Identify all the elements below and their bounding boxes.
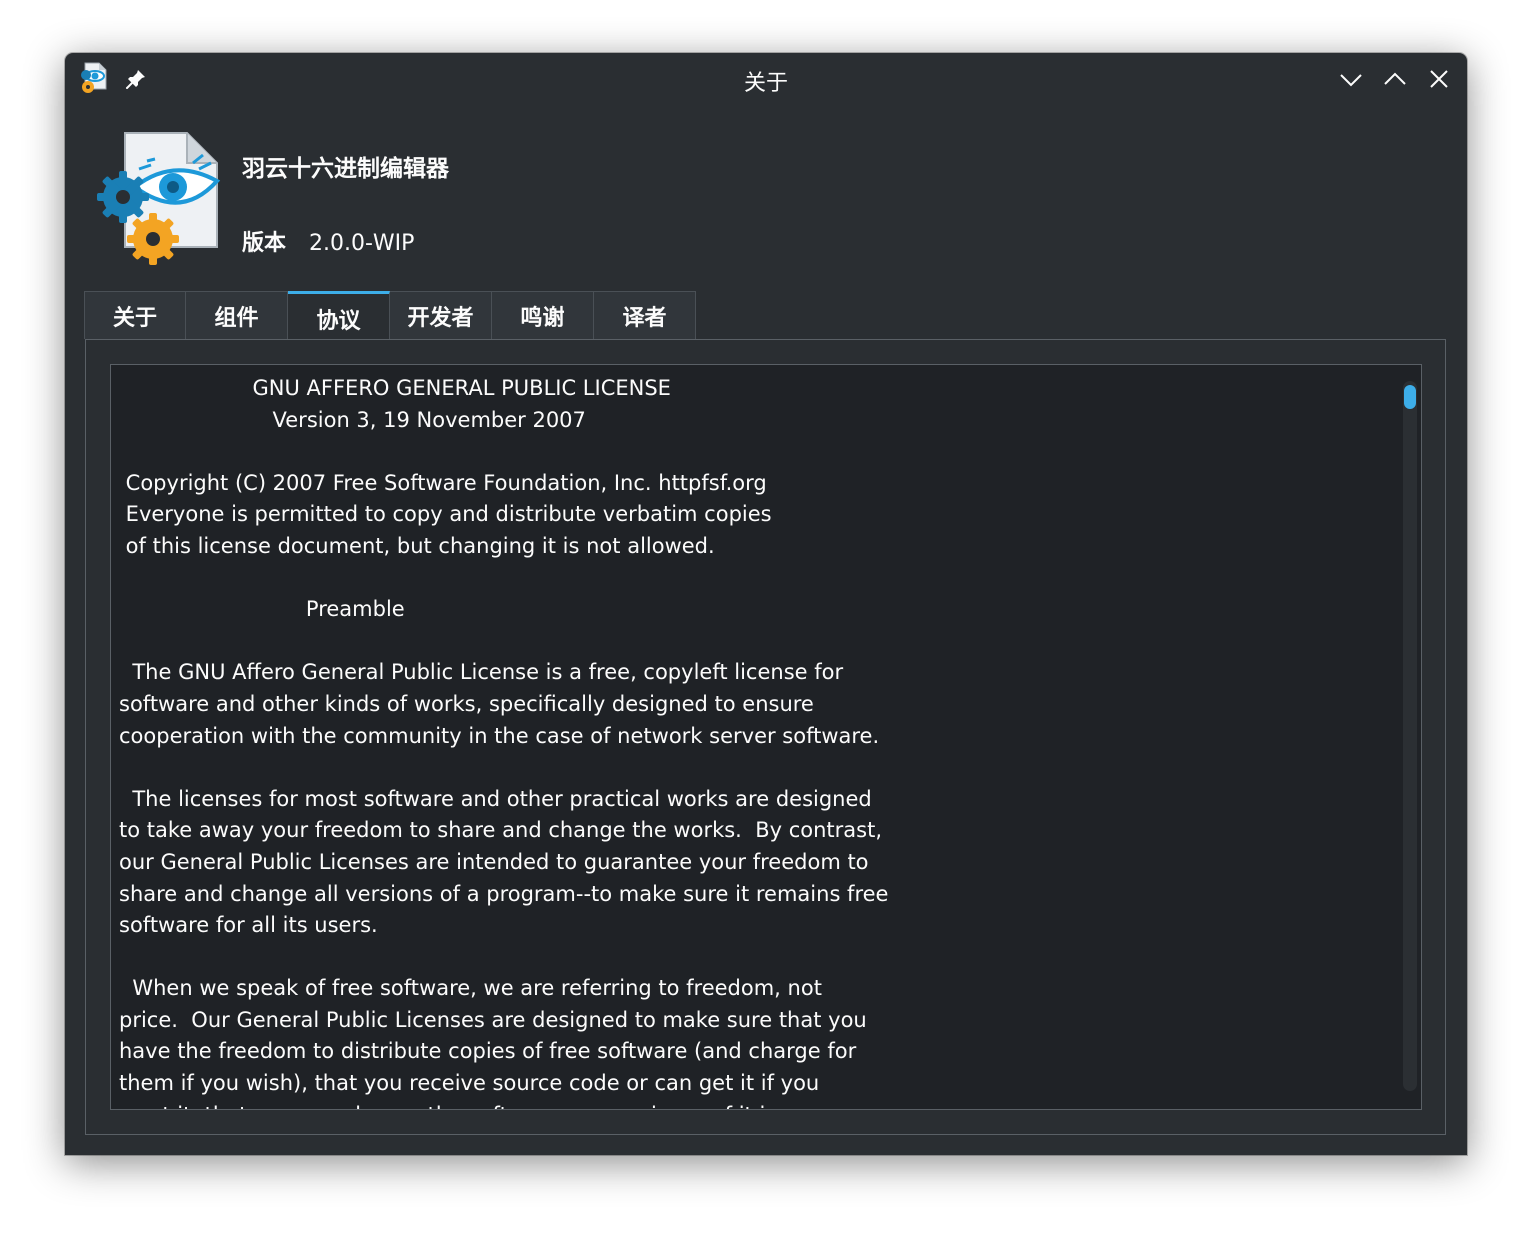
title-bar[interactable]: 关于	[65, 53, 1467, 105]
maximize-icon	[1384, 72, 1406, 85]
app-name: 羽云十六进制编辑器	[242, 156, 449, 182]
version-label: 版本	[242, 231, 287, 256]
minimize-button[interactable]	[1339, 67, 1363, 91]
tab-license[interactable]: 协议	[288, 291, 390, 339]
window-title: 关于	[743, 71, 788, 96]
tab-thanks[interactable]: 鸣谢	[492, 291, 594, 339]
version-row: 版本 2.0.0-WIP	[242, 225, 414, 257]
tab-about[interactable]: 关于	[84, 291, 186, 339]
tab-developers[interactable]: 开发者	[390, 291, 492, 339]
tab-translators[interactable]: 译者	[594, 291, 696, 339]
maximize-button[interactable]	[1383, 67, 1407, 91]
about-dialog: 关于 羽云十六进制编辑器 版本 2.0.0-WIP 关于 组件 协议 开发者 鸣…	[65, 53, 1467, 1155]
tab-bar: 关于 组件 协议 开发者 鸣谢 译者	[84, 291, 696, 339]
scrollbar-thumb[interactable]	[1404, 385, 1416, 409]
close-icon	[1430, 70, 1448, 88]
close-button[interactable]	[1427, 67, 1451, 91]
tab-components[interactable]: 组件	[186, 291, 288, 339]
vertical-scrollbar[interactable]	[1403, 381, 1417, 1091]
app-logo	[95, 129, 225, 271]
minimize-icon	[1340, 74, 1362, 87]
version-value: 2.0.0-WIP	[309, 231, 415, 256]
license-panel: GNU AFFERO GENERAL PUBLIC LICENSE Versio…	[85, 339, 1446, 1135]
license-text-view[interactable]: GNU AFFERO GENERAL PUBLIC LICENSE Versio…	[110, 364, 1422, 1110]
license-text: GNU AFFERO GENERAL PUBLIC LICENSE Versio…	[119, 376, 889, 1109]
